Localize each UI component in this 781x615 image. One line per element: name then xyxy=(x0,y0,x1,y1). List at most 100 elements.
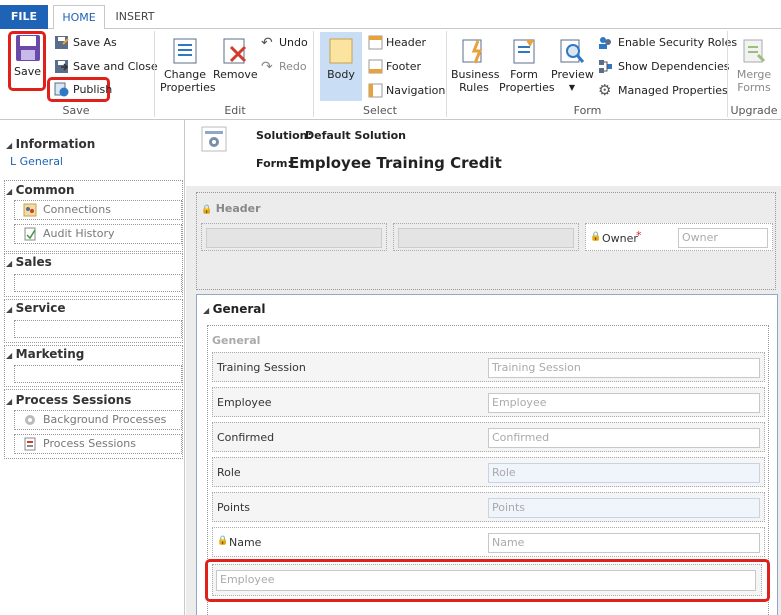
header-button[interactable]: Header xyxy=(368,35,438,51)
nav-item-connections[interactable]: Connections xyxy=(14,200,182,220)
solution-label: Solution: xyxy=(256,129,312,142)
save-and-close-icon xyxy=(54,59,69,77)
business-rules-button[interactable]: Business Rules xyxy=(451,37,500,95)
header-field-slot[interactable] xyxy=(393,223,579,251)
merge-forms-button[interactable]: Merge Forms xyxy=(731,37,777,95)
owner-label: Owner xyxy=(602,232,638,245)
header-icon xyxy=(368,35,383,53)
form-editor: Solution: Default Solution Form: Employe… xyxy=(186,120,781,615)
body-button[interactable]: Body xyxy=(320,32,362,101)
new-employee-field[interactable]: Employee xyxy=(216,570,756,591)
publish-label: Publish xyxy=(73,83,113,96)
preview-button[interactable]: Preview ▼ xyxy=(551,37,594,97)
undo-button[interactable]: ↶ Undo xyxy=(261,35,309,51)
lock-icon: 🔒 xyxy=(201,205,213,215)
footer-icon xyxy=(368,59,383,77)
general-tab-title: ◢ General xyxy=(203,302,266,316)
undo-icon: ↶ xyxy=(261,35,273,51)
group-label-select: Select xyxy=(363,104,397,117)
field-row-employee[interactable]: Employee Employee xyxy=(212,387,765,417)
nav-drop-zone xyxy=(14,365,182,383)
name-input[interactable]: Name xyxy=(488,533,760,553)
form-header-section[interactable]: 🔒 Header 🔒 Owner * Owner xyxy=(196,192,776,290)
confirmed-input[interactable]: Confirmed xyxy=(488,428,760,448)
nav-drop-zone xyxy=(14,274,182,292)
remove-button[interactable]: Remove xyxy=(213,37,258,87)
nav-group-sales[interactable]: ◢ Sales xyxy=(6,255,52,269)
nav-group-marketing[interactable]: ◢ Marketing xyxy=(6,347,84,361)
solution-name: Default Solution xyxy=(305,129,406,142)
points-input[interactable]: Points xyxy=(488,498,760,518)
tab-file[interactable]: FILE xyxy=(0,5,48,29)
footer-button[interactable]: Footer xyxy=(368,59,438,75)
remove-icon xyxy=(223,38,247,64)
nav-group-service[interactable]: ◢ Service xyxy=(6,301,66,315)
nav-link-general[interactable]: L General xyxy=(10,155,63,168)
publish-button[interactable]: Publish xyxy=(54,82,112,100)
change-properties-button[interactable]: Change Properties xyxy=(160,37,216,95)
security-roles-icon xyxy=(598,35,613,53)
form-name: Employee Training Credit xyxy=(289,154,502,172)
tab-insert[interactable]: INSERT xyxy=(110,5,160,30)
employee-input[interactable]: Employee xyxy=(488,393,760,413)
field-row-role[interactable]: Role Role xyxy=(212,457,765,487)
form-properties-button[interactable]: Form Properties xyxy=(499,37,555,95)
merge-forms-label-1: Merge xyxy=(736,68,772,81)
connections-icon xyxy=(23,203,37,220)
navigation-button[interactable]: Navigation xyxy=(368,83,445,101)
header-field-slot[interactable] xyxy=(201,223,387,251)
enable-security-roles-label: Enable Security Roles xyxy=(618,36,738,49)
field-row-new-employee[interactable]: Employee xyxy=(212,564,762,596)
nav-drop-zone xyxy=(14,320,182,338)
nav-group-common[interactable]: ◢ Common xyxy=(6,183,75,197)
field-row-points[interactable]: Points Points xyxy=(212,492,765,522)
show-dependencies-label: Show Dependencies xyxy=(618,60,730,73)
general-section[interactable]: General Training Session Training Sessio… xyxy=(205,325,770,615)
nav-item-process-sessions[interactable]: Process Sessions xyxy=(14,434,182,454)
save-button[interactable]: Save xyxy=(11,34,44,88)
field-row-confirmed[interactable]: Confirmed Confirmed xyxy=(212,422,765,452)
group-label-form: Form xyxy=(573,104,602,117)
save-label: Save xyxy=(13,65,41,78)
footer-label: Footer xyxy=(386,60,421,73)
nav-group-information[interactable]: ◢ Information xyxy=(6,137,95,151)
ribbon-separator xyxy=(727,31,728,117)
enable-security-roles-button[interactable]: Enable Security Roles xyxy=(598,35,737,53)
tree-branch-icon: L xyxy=(10,155,17,168)
field-row-name[interactable]: 🔒 Name Name xyxy=(212,527,765,557)
general-tab[interactable]: ◢ General General Training Session Train… xyxy=(196,294,778,615)
save-and-close-button[interactable]: Save and Close xyxy=(54,59,158,77)
header-field-owner[interactable]: 🔒 Owner * Owner xyxy=(585,223,773,251)
preview-dropdown-icon[interactable]: ▼ xyxy=(551,81,593,94)
role-input[interactable]: Role xyxy=(488,463,760,483)
nav-group-process-sessions[interactable]: ◢ Process Sessions xyxy=(6,393,131,407)
gear-icon xyxy=(23,413,37,430)
save-as-button[interactable]: Save As xyxy=(54,35,144,51)
lock-icon: 🔒 xyxy=(217,536,229,546)
publish-icon xyxy=(54,82,69,100)
gear-icon: ⚙ xyxy=(598,81,612,99)
floppy-disk-icon xyxy=(15,35,40,61)
managed-properties-button[interactable]: ⚙ Managed Properties xyxy=(598,81,728,99)
managed-properties-label: Managed Properties xyxy=(618,84,728,97)
tab-home[interactable]: HOME xyxy=(53,5,105,30)
training-session-input[interactable]: Training Session xyxy=(488,358,760,378)
form-label: Form: xyxy=(256,157,292,170)
show-dependencies-button[interactable]: Show Dependencies xyxy=(598,59,729,77)
collapse-triangle-icon: ◢ xyxy=(6,305,13,314)
save-and-close-label: Save and Close xyxy=(73,60,158,73)
preview-label: Preview xyxy=(551,68,594,81)
owner-input[interactable]: Owner xyxy=(678,228,768,248)
save-as-icon xyxy=(54,35,69,53)
collapse-triangle-icon: ◢ xyxy=(6,187,13,196)
dependencies-icon xyxy=(598,59,613,77)
header-section-title: 🔒 Header xyxy=(201,202,261,215)
remove-label: Remove xyxy=(213,68,258,81)
change-properties-label-2: Properties xyxy=(160,81,216,94)
field-row-training-session[interactable]: Training Session Training Session xyxy=(212,352,765,382)
empty-field-placeholder xyxy=(206,228,382,248)
navigation-icon xyxy=(368,83,383,101)
nav-item-background-processes[interactable]: Background Processes xyxy=(14,410,182,430)
redo-button[interactable]: ↷ Redo xyxy=(261,59,309,75)
nav-item-audit-history[interactable]: Audit History xyxy=(14,224,182,244)
